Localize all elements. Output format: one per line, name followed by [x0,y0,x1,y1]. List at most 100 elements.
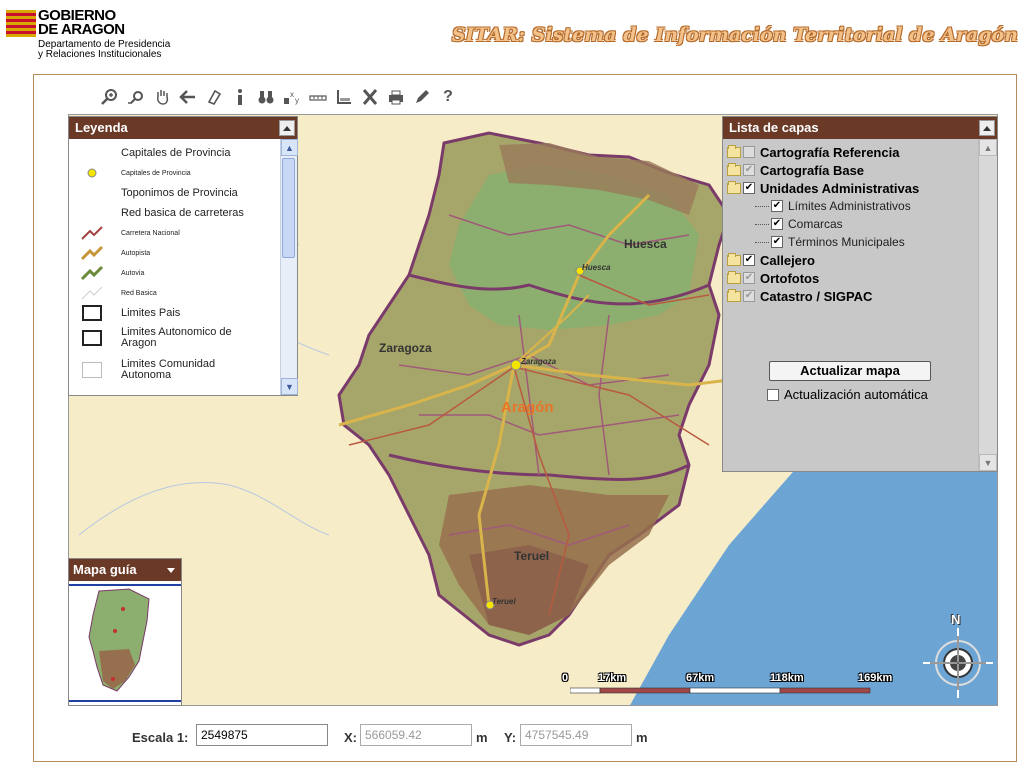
scale-label-2: 67km [686,672,715,684]
scroll-down-icon[interactable]: ▼ [281,378,298,395]
scroll-down-icon[interactable]: ▼ [979,454,997,471]
legend-collapse-button[interactable] [279,120,295,136]
layer-cartografia-base[interactable]: ✔ Cartografía Base [727,161,975,179]
clear-x-icon[interactable] [360,87,380,107]
department-line2: y Relaciones Institucionales [38,49,162,60]
layer-checkbox[interactable]: ✔ [771,236,783,248]
print-icon[interactable] [386,87,406,107]
legend-item: Capitales de Provincia [75,143,275,163]
layer-label: Ortofotos [760,270,820,286]
layer-terminos-municipales[interactable]: ✔ Términos Municipales [727,233,975,251]
zoom-in-icon[interactable] [100,87,120,107]
layer-checkbox[interactable]: ✔ [771,218,783,230]
tree-connector [755,241,769,243]
layer-cartografia-referencia[interactable]: Cartografía Referencia [727,143,975,161]
layer-unidades-administrativas[interactable]: ✔ Unidades Administrativas [727,179,975,197]
layer-checkbox[interactable]: ✔ [771,200,783,212]
layer-label: Callejero [760,252,815,268]
legend-label: Limites Pais [121,307,181,319]
layer-checkbox[interactable]: ✔ [743,290,755,302]
scroll-up-icon[interactable]: ▲ [281,139,298,156]
layer-comarcas[interactable]: ✔ Comarcas [727,215,975,233]
auto-update-checkbox[interactable] [767,388,779,401]
road-basic-icon [75,285,109,301]
measure-area-icon[interactable] [334,87,354,107]
scale-label-0: 0 [562,672,569,684]
legend-item: Red basica de carreteras [75,203,275,223]
label-huesca-province: Huesca [624,237,667,251]
measure-line-icon[interactable] [308,87,328,107]
legend-item: Red Basica [75,283,275,303]
status-bar: Escala 1: X: m Y: m [68,722,998,752]
layers-header: Lista de capas [723,117,997,139]
box-icon [75,362,109,378]
pan-hand-icon[interactable] [152,87,172,107]
info-icon[interactable] [230,87,250,107]
auto-update-row[interactable]: Actualización automática [767,387,928,402]
legend-item: Limites Comunidad Autonoma [75,353,275,387]
scroll-up-icon[interactable]: ▲ [979,139,997,156]
scale-label-3: 118km [770,672,804,684]
xy-coordinate-icon[interactable]: xy [282,87,302,107]
auto-update-label: Actualización automática [784,387,928,402]
layer-label: Comarcas [788,217,843,231]
layer-label: Cartografía Base [760,162,865,178]
guide-map-toggle-button[interactable] [163,562,179,578]
label-zaragoza-city: Zaragoza [521,357,557,366]
legend-body: Capitales de Provincia Capitales de Prov… [69,139,281,395]
header: GOBIERNO DE ARAGON Departamento de Presi… [0,0,1024,72]
eraser-icon[interactable] [204,87,224,107]
road-national-icon [75,225,109,241]
update-map-button[interactable]: Actualizar mapa [769,361,931,381]
scroll-thumb[interactable] [282,158,295,258]
layer-checkbox[interactable]: ✔ [743,254,755,266]
y-coord-label: Y: [504,730,517,745]
folder-icon [727,162,741,176]
scale-label: Escala 1: [132,730,189,745]
layer-catastro-sigpac[interactable]: ✔ Catastro / SIGPAC [727,287,975,305]
scale-input[interactable] [196,724,328,746]
layer-callejero[interactable]: ✔ Callejero [727,251,975,269]
layer-label: Unidades Administrativas [760,180,920,196]
legend-label: Carretera Nacional [121,229,180,237]
layer-limites-administrativos[interactable]: ✔ Límites Administrativos [727,197,975,215]
label-teruel-city: Teruel [492,597,516,606]
help-icon[interactable]: ? [438,87,458,107]
legend-item: Toponimos de Provincia [75,183,275,203]
layer-label: Límites Administrativos [788,199,911,213]
layers-collapse-button[interactable] [979,120,995,136]
layers-scrollbar[interactable]: ▲ ▼ [978,139,997,471]
guide-map-thumbnail[interactable] [69,581,181,705]
box-icon [75,305,109,321]
layer-checkbox[interactable]: ✔ [743,182,755,194]
layer-checkbox[interactable]: ✔ [743,164,755,176]
pencil-icon[interactable] [412,87,432,107]
gov-name-line2: DE ARAGON [38,21,125,38]
legend-item: Limites Pais [75,303,275,323]
zoom-out-icon[interactable] [126,87,146,107]
legend-header: Leyenda [69,117,297,139]
folder-icon [727,252,741,266]
binoculars-icon[interactable] [256,87,276,107]
scale-label-1: 17km [598,672,627,684]
guide-map-panel: Mapa guía [68,558,182,706]
layer-checkbox[interactable]: ✔ [743,272,755,284]
tree-connector [755,223,769,225]
compass-north-label: N [951,612,961,627]
y-coord-field[interactable] [520,724,632,746]
legend-item: Autopista [75,243,275,263]
x-coord-field[interactable] [360,724,472,746]
box-icon [75,330,109,346]
layers-panel: Lista de capas Cartografía Referencia ✔ C… [722,116,998,472]
x-coord-label: X: [344,730,357,745]
layer-ortofotos[interactable]: ✔ Ortofotos [727,269,975,287]
back-arrow-icon[interactable] [178,87,198,107]
scale-label-4: 169km [858,672,893,684]
legend-label: Autovia [121,269,145,277]
legend-scrollbar[interactable]: ▲ ▼ [280,139,298,395]
legend-panel: Leyenda Capitales de Provincia Capitales… [68,116,298,396]
scale-bar: 0 17km 67km 118km 169km [562,672,902,698]
layer-checkbox[interactable] [743,146,755,158]
folder-open-icon [727,180,741,194]
x-unit-label: m [476,730,488,745]
